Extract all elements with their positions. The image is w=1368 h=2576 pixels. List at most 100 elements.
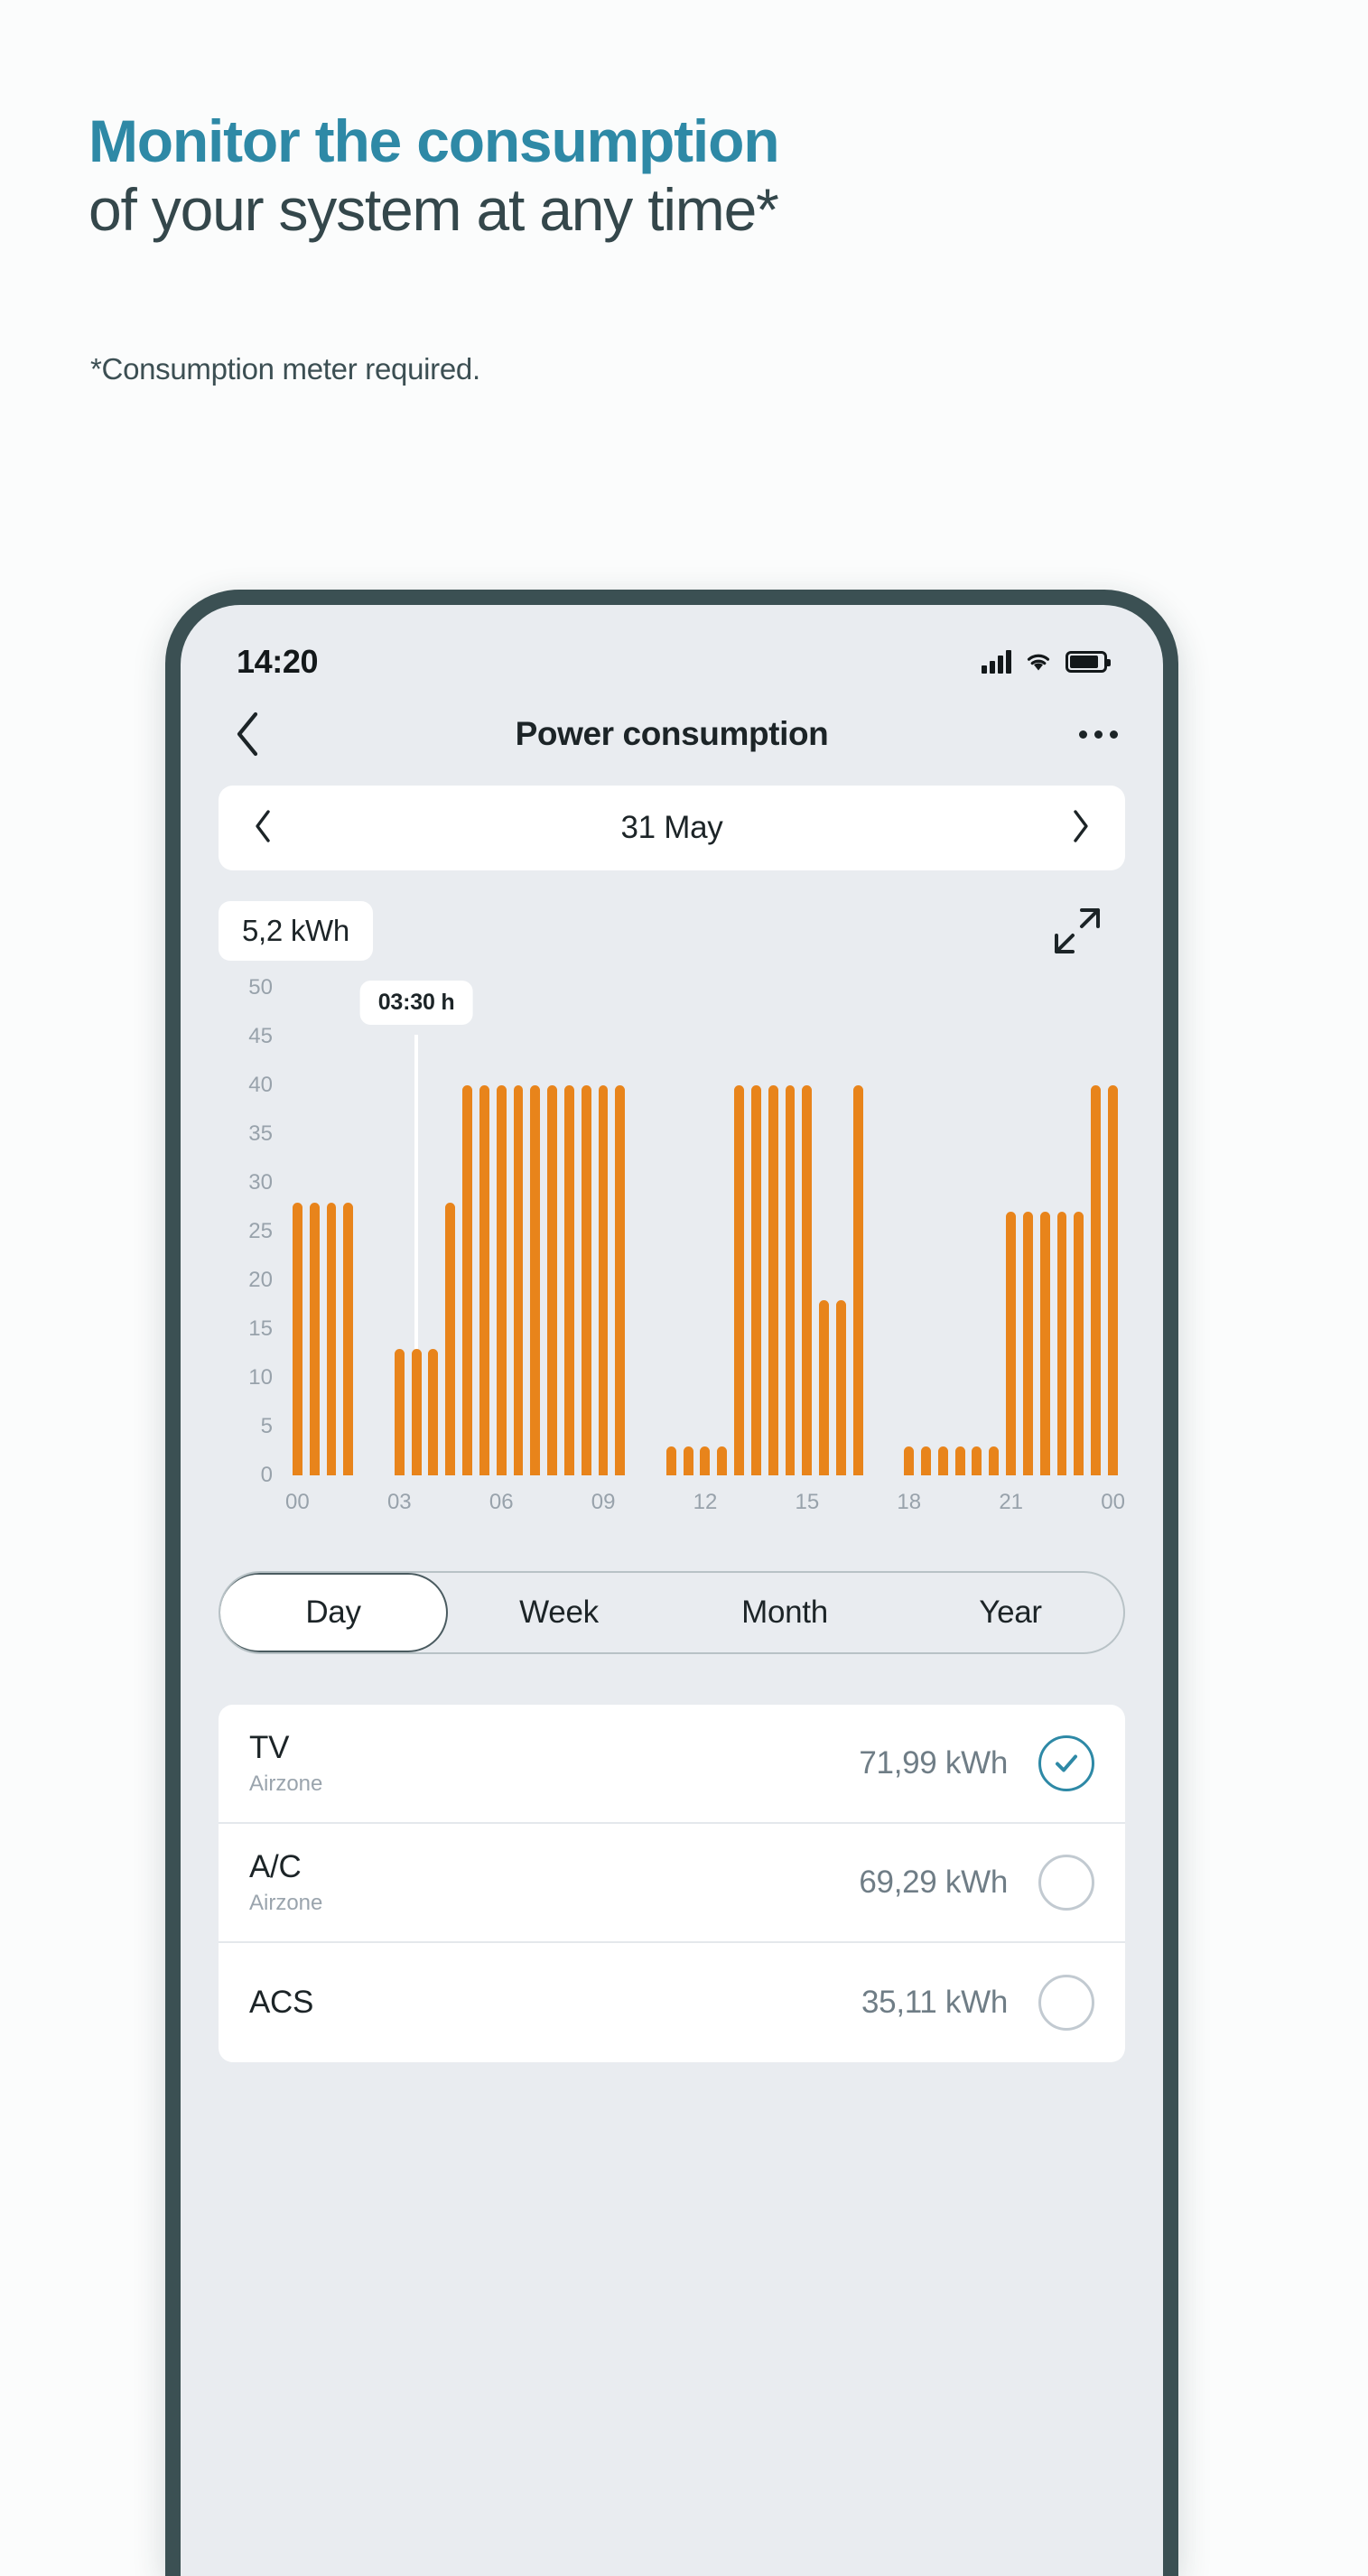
device-name: A/C	[249, 1849, 302, 1884]
device-checkbox[interactable]	[1038, 1975, 1094, 2031]
hero-headline: Monitor the consumption of your system a…	[88, 109, 1262, 244]
chart-bar-slot[interactable]	[374, 988, 391, 1475]
chart-y-tick: 30	[248, 1170, 273, 1195]
device-checkbox-checked[interactable]	[1038, 1735, 1094, 1791]
chart-bar-slot[interactable]	[561, 988, 578, 1475]
device-row[interactable]: TV Airzone 71,99 kWh	[219, 1705, 1125, 1824]
chart-bar-slot[interactable]	[526, 988, 544, 1475]
device-consumption-value: 35,11 kWh	[861, 1985, 1008, 2020]
chart-bar-slot[interactable]	[663, 988, 680, 1475]
chart-y-tick: 20	[248, 1268, 273, 1292]
chart-bar-slot[interactable]	[1054, 988, 1071, 1475]
chart-bar-slot[interactable]	[798, 988, 815, 1475]
tab-week[interactable]: Week	[446, 1573, 672, 1652]
chart-bar-slot[interactable]	[425, 988, 442, 1475]
cellular-signal-icon	[982, 650, 1011, 674]
chart-bar-slot[interactable]	[493, 988, 510, 1475]
chart-bar-slot[interactable]	[952, 988, 969, 1475]
chart-bar	[785, 1085, 796, 1475]
chart-bar-slot[interactable]	[680, 988, 697, 1475]
chart-x-tick: 18	[897, 1490, 922, 1514]
date-prev-button[interactable]	[253, 809, 273, 848]
chart-bar-slot[interactable]	[713, 988, 731, 1475]
device-row[interactable]: A/C Airzone 69,29 kWh	[219, 1824, 1125, 1943]
chart-bar	[563, 1085, 574, 1475]
chart-x-tick: 00	[285, 1490, 310, 1514]
chart-tooltip-stem	[414, 1035, 419, 1349]
chart-bar-slot[interactable]	[391, 988, 408, 1475]
chart-bar-slot[interactable]	[833, 988, 850, 1475]
chart-bar	[292, 1202, 302, 1475]
chart-bar-slot[interactable]	[1104, 988, 1121, 1475]
chart-bar-slot[interactable]	[544, 988, 561, 1475]
chart-bar-slot[interactable]	[900, 988, 917, 1475]
chart-bar	[665, 1446, 676, 1475]
status-time: 14:20	[237, 643, 319, 680]
chart-bar-slot[interactable]	[1037, 988, 1054, 1475]
period-tabs[interactable]: Day Week Month Year	[219, 1571, 1125, 1654]
chart-bar-slot[interactable]	[917, 988, 935, 1475]
consumption-chart[interactable]: 50 45 40 35 30 25 20 15 10 5 0 00 03 06 09 12 15 18 21 00 …	[219, 975, 1125, 1514]
chart-bar-slot[interactable]	[765, 988, 782, 1475]
battery-icon	[1066, 651, 1111, 673]
chart-bar-slot[interactable]	[340, 988, 357, 1475]
chart-bar-slot[interactable]	[510, 988, 527, 1475]
chart-bar-slot[interactable]	[969, 988, 986, 1475]
chart-x-tick: 03	[386, 1490, 412, 1514]
chart-bar	[954, 1446, 965, 1475]
tab-month[interactable]: Month	[672, 1573, 898, 1652]
expand-chart-button[interactable]	[1049, 903, 1105, 959]
chart-x-tick: 12	[693, 1490, 718, 1514]
chart-bar	[479, 1085, 489, 1475]
chart-bar	[717, 1446, 728, 1475]
chart-bar-slot[interactable]	[306, 988, 323, 1475]
chart-bar-slot[interactable]	[867, 988, 884, 1475]
chart-bar-slot[interactable]	[578, 988, 595, 1475]
chart-bar-slot[interactable]	[459, 988, 476, 1475]
chart-bar-slot[interactable]	[1019, 988, 1037, 1475]
chart-bar	[989, 1446, 1000, 1475]
phone-screen: 14:20 Power consumption 31 May 5,2 kWh 5…	[181, 605, 1163, 2576]
chart-bar-slot[interactable]	[323, 988, 340, 1475]
phone-mockup: 14:20 Power consumption 31 May 5,2 kWh 5…	[165, 590, 1178, 2576]
tab-day[interactable]: Day	[220, 1573, 448, 1652]
chart-bar-slot[interactable]	[476, 988, 493, 1475]
chart-bar-slot[interactable]	[985, 988, 1002, 1475]
chart-bar-slot[interactable]	[289, 988, 306, 1475]
chart-bar-slot[interactable]	[850, 988, 867, 1475]
chart-bar-slot[interactable]	[748, 988, 765, 1475]
chart-bar-slot[interactable]	[357, 988, 374, 1475]
status-icons	[982, 650, 1111, 674]
chart-bar-slot[interactable]	[611, 988, 628, 1475]
chart-bar-slot[interactable]	[697, 988, 714, 1475]
chart-bar	[683, 1446, 693, 1475]
chart-y-tick: 5	[260, 1414, 273, 1438]
device-checkbox[interactable]	[1038, 1855, 1094, 1911]
chart-bar-slot[interactable]	[731, 988, 748, 1475]
tab-year[interactable]: Year	[898, 1573, 1123, 1652]
date-next-button[interactable]	[1071, 809, 1091, 848]
chart-bar	[768, 1085, 778, 1475]
chart-bar-slot[interactable]	[595, 988, 612, 1475]
chart-bar-slot[interactable]	[1002, 988, 1019, 1475]
chart-bar-slot[interactable]	[782, 988, 799, 1475]
chart-bar	[530, 1085, 541, 1475]
chart-x-axis: 00 03 06 09 12 15 18 21 00	[285, 1490, 1125, 1526]
chart-bar-slot[interactable]	[442, 988, 459, 1475]
back-button[interactable]	[226, 711, 269, 757]
more-options-button[interactable]	[1079, 730, 1118, 739]
device-list: TV Airzone 71,99 kWh A/C Airzone 69,29 kWh ACS…	[219, 1705, 1125, 2062]
device-row[interactable]: ACS 35,11 kWh	[219, 1943, 1125, 2062]
chart-bar-slot[interactable]	[1070, 988, 1087, 1475]
chart-bar	[937, 1446, 948, 1475]
chart-bar-slot[interactable]	[935, 988, 952, 1475]
chart-bar-slot[interactable]	[815, 988, 833, 1475]
chart-bar-slot[interactable]	[646, 988, 663, 1475]
device-consumption-value: 69,29 kWh	[859, 1865, 1008, 1900]
device-names: ACS	[249, 1985, 861, 2021]
chart-tooltip: 03:30 h	[359, 981, 473, 1025]
chart-bar-slot[interactable]	[883, 988, 900, 1475]
date-selector: 31 May	[219, 786, 1125, 870]
chart-bar-slot[interactable]	[628, 988, 646, 1475]
chart-bar-slot[interactable]	[1087, 988, 1104, 1475]
